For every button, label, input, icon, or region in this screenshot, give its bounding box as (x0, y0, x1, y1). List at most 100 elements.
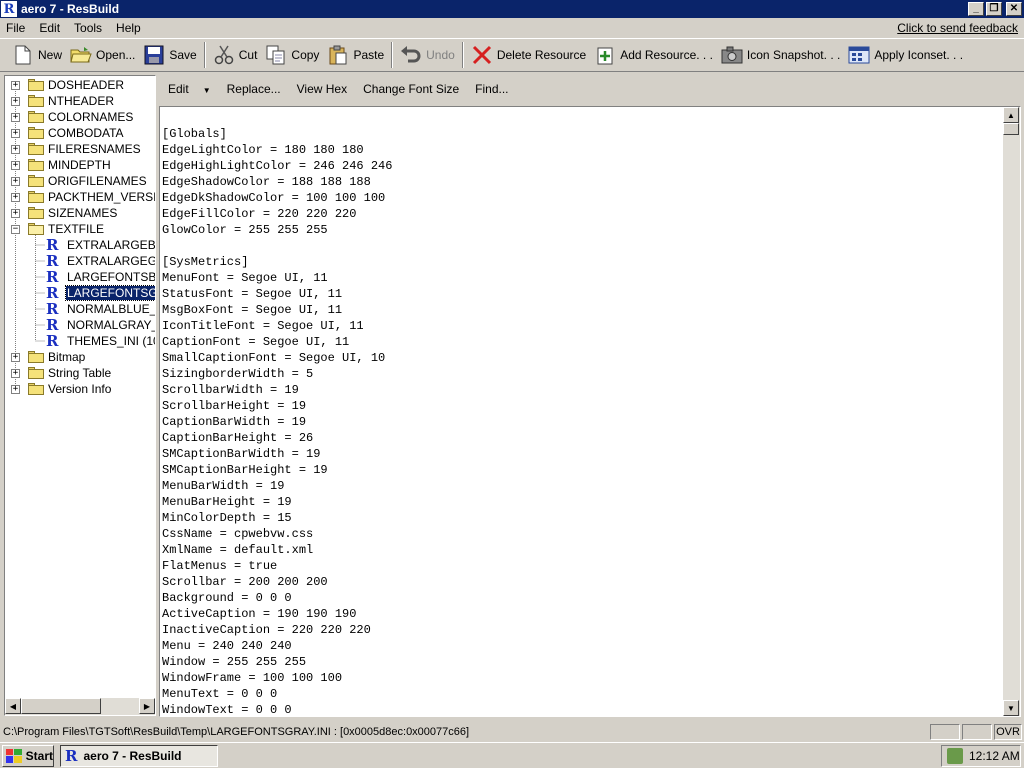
tree-node-folder[interactable]: + String Table (5, 365, 155, 381)
tree-node-folder[interactable]: + COMBODATA (5, 125, 155, 141)
tree-node-folder[interactable]: + Bitmap (5, 349, 155, 365)
expand-icon[interactable]: + (11, 176, 20, 186)
expand-icon[interactable]: + (11, 80, 20, 90)
menu-edit[interactable]: Edit (32, 21, 67, 35)
tree-node-label: PACKTHEM_VERSIO (48, 190, 155, 204)
folder-icon (28, 207, 44, 219)
tree-node-label: NORMALGRAY_II (67, 318, 155, 332)
tree-node-folder[interactable]: + DOSHEADER (5, 77, 155, 93)
scroll-track[interactable] (21, 698, 139, 715)
editor-content[interactable]: [Globals] EdgeLightColor = 180 180 180 E… (162, 126, 1002, 716)
window-controls: _ ❐ ✕ (968, 2, 1022, 16)
send-feedback-link[interactable]: Click to send feedback (897, 21, 1018, 35)
taskbar-app-button[interactable]: R aero 7 - ResBuild (60, 744, 218, 767)
folder-icon (28, 127, 44, 139)
folder-icon (28, 191, 44, 203)
menu-help[interactable]: Help (109, 21, 148, 35)
tree-node-label: COLORNAMES (48, 110, 134, 124)
save-button[interactable]: Save (139, 40, 200, 70)
scissors-icon (213, 44, 235, 66)
folder-icon (28, 159, 44, 171)
taskbar-app-label: aero 7 - ResBuild (83, 748, 182, 763)
find-button[interactable]: Find... (467, 82, 516, 96)
view-hex-button[interactable]: View Hex (289, 82, 355, 96)
scroll-thumb[interactable] (21, 698, 101, 714)
tree-node-resource[interactable]: R LARGEFONTSBLU (5, 269, 155, 285)
tree-node-label: NORMALBLUE_IN (67, 302, 155, 316)
replace-button[interactable]: Replace... (219, 82, 289, 96)
menu-file[interactable]: File (0, 21, 32, 35)
tree-node-folder[interactable]: + SIZENAMES (5, 205, 155, 221)
icon-snapshot-button[interactable]: Icon Snapshot. . . (717, 40, 844, 70)
expand-icon[interactable]: + (11, 368, 20, 378)
tree-node-textfile[interactable]: − TEXTFILE (5, 221, 155, 237)
expand-icon[interactable]: + (11, 208, 20, 218)
tree-node-folder[interactable]: + FILERESNAMES (5, 141, 155, 157)
menu-tools[interactable]: Tools (67, 21, 109, 35)
restore-button[interactable]: ❐ (986, 2, 1002, 16)
expand-icon[interactable]: + (11, 192, 20, 202)
expand-icon[interactable]: + (11, 128, 20, 138)
status-panel (930, 724, 960, 740)
change-font-size-button[interactable]: Change Font Size (355, 82, 467, 96)
expand-icon[interactable]: + (11, 112, 20, 122)
tree-node-label: SIZENAMES (48, 206, 118, 220)
tree-horizontal-scrollbar[interactable]: ◀ ▶ (5, 698, 155, 715)
open-button[interactable]: Open... (66, 40, 139, 70)
collapse-icon[interactable]: − (11, 224, 20, 234)
tree-node-resource[interactable]: R EXTRALARGEBLU (5, 237, 155, 253)
resource-tree[interactable]: + DOSHEADER + NTHEADER + COLORNAMES + COMBODATA… (4, 75, 156, 716)
tree-node-folder[interactable]: + COLORNAMES (5, 109, 155, 125)
expand-icon[interactable]: + (11, 384, 20, 394)
tree-node-folder[interactable]: + NTHEADER (5, 93, 155, 109)
scroll-down-arrow-icon[interactable]: ▼ (1003, 700, 1019, 716)
taskbar: Start R aero 7 - ResBuild 12:12 AM (0, 742, 1024, 768)
windows-logo-icon (6, 748, 22, 763)
scroll-left-arrow-icon[interactable]: ◀ (5, 698, 21, 714)
undo-button[interactable]: Undo (396, 40, 459, 70)
expand-icon[interactable]: + (11, 144, 20, 154)
paste-button[interactable]: Paste (323, 40, 388, 70)
add-resource-button[interactable]: Add Resource. . . (590, 40, 717, 70)
tree-node-label: THEMES_INI (103 (67, 334, 155, 348)
editor-edit-menu[interactable]: Edit ▼ (160, 82, 219, 96)
scroll-thumb[interactable] (1003, 123, 1019, 135)
tree-node-folder[interactable]: + ORIGFILENAMES (5, 173, 155, 189)
tray-app-icon[interactable] (947, 747, 963, 764)
tree-node-resource[interactable]: R NORMALGRAY_II (5, 317, 155, 333)
open-label: Open... (96, 48, 136, 62)
icon-snapshot-label: Icon Snapshot. . . (746, 48, 841, 62)
folder-icon (28, 143, 44, 155)
new-button[interactable]: New (8, 40, 66, 70)
scroll-up-arrow-icon[interactable]: ▲ (1003, 107, 1019, 123)
tree-node-resource[interactable]: R LARGEFONTSGR (5, 285, 155, 301)
folder-icon (28, 175, 44, 187)
tree-node-resource[interactable]: R EXTRALARGEGR (5, 253, 155, 269)
tree-node-folder[interactable]: + MINDEPTH (5, 157, 155, 173)
tree-node-resource[interactable]: R THEMES_INI (103 (5, 333, 155, 349)
title-bar: R aero 7 - ResBuild _ ❐ ✕ (0, 0, 1024, 18)
tree-node-folder[interactable]: + PACKTHEM_VERSIO (5, 189, 155, 205)
minimize-button[interactable]: _ (968, 2, 984, 16)
expand-icon[interactable]: + (11, 96, 20, 106)
close-button[interactable]: ✕ (1006, 2, 1022, 16)
cut-button[interactable]: Cut (209, 40, 262, 70)
expand-icon[interactable]: + (11, 160, 20, 170)
delete-x-icon (471, 44, 493, 66)
copy-button[interactable]: Copy (261, 40, 323, 70)
apply-iconset-button[interactable]: Apply Iconset. . . (844, 40, 967, 70)
editor-vertical-scrollbar[interactable]: ▲ ▼ (1003, 107, 1020, 716)
scroll-right-arrow-icon[interactable]: ▶ (139, 698, 155, 714)
text-editor[interactable]: [Globals] EdgeLightColor = 180 180 180 E… (159, 106, 1021, 717)
folder-icon (28, 79, 44, 91)
start-button[interactable]: Start (2, 744, 54, 767)
window-title: aero 7 - ResBuild (21, 2, 120, 16)
status-bar: C:\Program Files\TGTSoft\ResBuild\Temp\L… (0, 722, 1024, 742)
tree-node-resource[interactable]: R NORMALBLUE_IN (5, 301, 155, 317)
overwrite-mode-indicator: OVR (994, 724, 1022, 740)
tree-node-folder[interactable]: + Version Info (5, 381, 155, 397)
expand-icon[interactable]: + (11, 352, 20, 362)
tree-node-label: EXTRALARGEBLU (67, 238, 155, 252)
status-file-path: C:\Program Files\TGTSoft\ResBuild\Temp\L… (3, 726, 470, 738)
delete-resource-button[interactable]: Delete Resource (467, 40, 590, 70)
